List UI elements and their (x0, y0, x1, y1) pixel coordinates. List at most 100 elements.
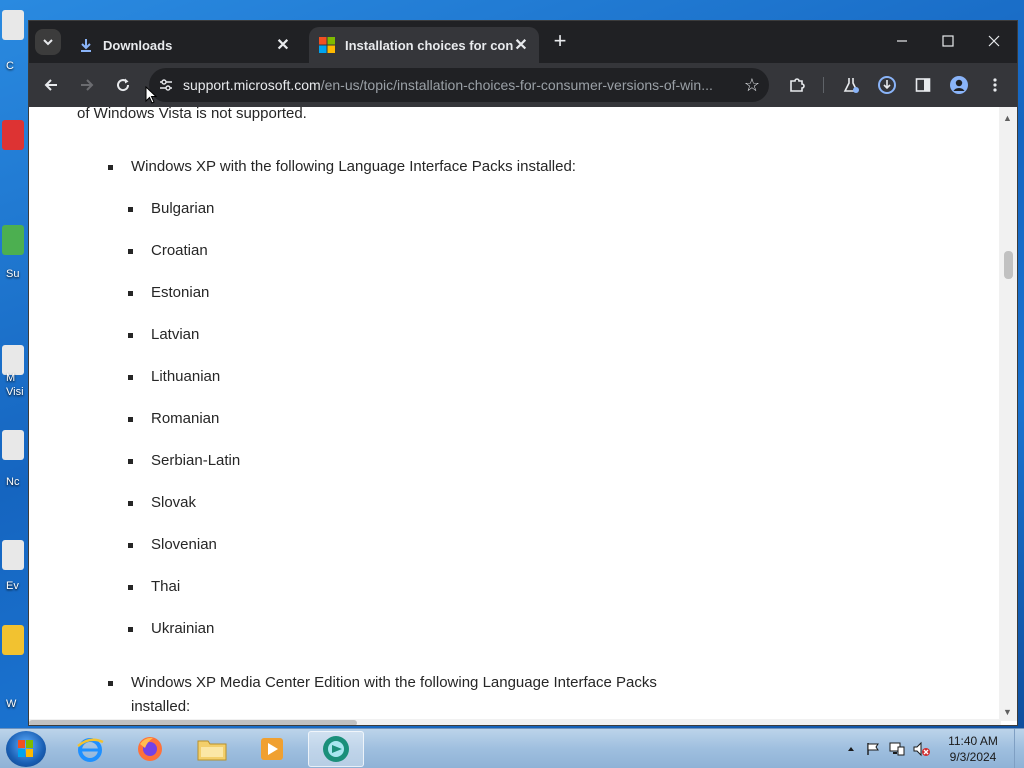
bullet (128, 249, 133, 254)
media-player-icon (261, 738, 283, 760)
forward-button[interactable] (73, 71, 101, 99)
desktop-icon[interactable] (2, 625, 24, 655)
bullet (108, 681, 113, 686)
bullet (128, 459, 133, 464)
new-tab-button[interactable]: + (549, 30, 571, 53)
list-item: Serbian-Latin (151, 452, 241, 469)
windows-logo-icon (18, 740, 33, 757)
download-status-button[interactable] (873, 71, 901, 99)
puzzle-icon (790, 78, 805, 92)
taskbar-media-player[interactable] (244, 731, 300, 767)
internet-explorer-icon (77, 738, 104, 762)
url-host: support.microsoft.com (183, 77, 321, 93)
scroll-down-arrow-icon[interactable]: ▼ (1003, 707, 1012, 717)
microsoft-logo-icon (319, 37, 335, 53)
browser-window: Downloads ✕ Installation choices for con… (28, 20, 1018, 726)
desktop-icon-label: Ev (6, 580, 19, 592)
intro-fragment: of Windows Vista is not supported. (77, 107, 307, 122)
close-window-button[interactable] (979, 29, 1009, 53)
back-button[interactable] (37, 71, 65, 99)
minimize-icon (897, 40, 907, 42)
browser-toolbar: support.microsoft.com/en-us/topic/instal… (29, 63, 1017, 107)
minimize-button[interactable] (887, 29, 917, 53)
reload-icon (117, 78, 130, 92)
taskbar: 11:40 AM 9/3/2024 (0, 728, 1024, 768)
tray-action-center[interactable] (864, 735, 882, 763)
close-icon (988, 35, 1000, 47)
taskbar-chrome-active[interactable] (308, 731, 364, 767)
bullet (128, 627, 133, 632)
desktop-icon-label: M (6, 372, 16, 384)
start-button[interactable] (6, 731, 46, 767)
arrow-left-icon (44, 79, 57, 91)
firefox-icon (138, 737, 162, 761)
desktop-icon[interactable] (2, 540, 24, 570)
desktop-icon[interactable] (2, 225, 24, 255)
clock-time: 11:40 AM (948, 734, 998, 748)
taskbar-internet-explorer[interactable] (62, 731, 118, 767)
bullet (128, 543, 133, 548)
url-path: /en-us/topic/installation-choices-for-co… (320, 77, 713, 93)
extensions-button[interactable] (783, 71, 811, 99)
scroll-up-arrow-icon[interactable]: ▲ (1003, 113, 1012, 123)
labs-button[interactable] (837, 71, 865, 99)
bookmark-star-button[interactable]: ☆ (735, 75, 769, 96)
tab-search-button[interactable] (35, 29, 61, 55)
side-panel-button[interactable] (909, 71, 937, 99)
toolbar-divider (823, 77, 824, 93)
bullet (128, 291, 133, 296)
desktop-icon[interactable] (2, 10, 24, 40)
section-label: Windows XP with the following Language I… (131, 158, 576, 175)
tab-downloads[interactable]: Downloads ✕ (69, 27, 301, 63)
volume-muted-icon (913, 741, 930, 757)
section-label: Windows XP Media Center Edition with the… (131, 674, 657, 691)
desktop-icon[interactable] (2, 120, 24, 150)
flag-icon (867, 743, 879, 755)
desktop-icon[interactable] (2, 430, 24, 460)
list-item: Croatian (151, 242, 208, 259)
show-desktop-button[interactable] (1014, 729, 1024, 768)
list-item: Slovak (151, 494, 197, 511)
reload-button[interactable] (109, 71, 137, 99)
system-clock[interactable]: 11:40 AM 9/3/2024 (940, 733, 1006, 765)
list-item: Slovenian (151, 536, 217, 553)
download-icon (81, 39, 91, 52)
horizontal-scrollbar[interactable] (29, 719, 1001, 725)
bullet (128, 333, 133, 338)
section-label-continued: installed: (131, 698, 191, 715)
bullet (128, 207, 133, 212)
list-item: Romanian (151, 410, 220, 427)
list-item: Thai (151, 578, 181, 595)
tab-title: Installation choices for consum (345, 37, 513, 53)
bullet (128, 417, 133, 422)
taskbar-firefox[interactable] (122, 731, 178, 767)
tray-network[interactable] (888, 735, 906, 763)
profile-button[interactable] (945, 71, 973, 99)
more-vertical-icon (993, 78, 997, 92)
scrollbar-thumb[interactable] (1004, 251, 1013, 279)
close-tab-button[interactable]: ✕ (513, 37, 529, 54)
bullet (128, 501, 133, 506)
list-item: Bulgarian (151, 200, 215, 217)
close-tab-button[interactable]: ✕ (275, 37, 291, 54)
menu-button[interactable] (981, 71, 1009, 99)
tray-show-hidden-icons[interactable] (844, 735, 858, 763)
desktop-icon[interactable] (2, 345, 24, 375)
address-bar[interactable]: support.microsoft.com/en-us/topic/instal… (149, 68, 769, 102)
maximize-button[interactable] (933, 29, 963, 53)
desktop-icon-label: C (6, 60, 14, 72)
taskbar-file-explorer[interactable] (184, 731, 240, 767)
url-text: support.microsoft.com/en-us/topic/instal… (183, 77, 735, 93)
clock-date: 9/3/2024 (949, 750, 997, 764)
scrollbar-thumb[interactable] (29, 720, 357, 725)
page-content: of Windows Vista is not supported. Windo… (29, 107, 1001, 719)
tune-icon (160, 79, 172, 91)
browser-app-icon (323, 736, 349, 762)
avatar-icon (950, 76, 968, 94)
desktop-icon-label: Visi (6, 386, 24, 398)
vertical-scrollbar[interactable]: ▲ ▼ (999, 107, 1017, 721)
tray-volume[interactable] (912, 735, 932, 763)
tab-installation-choices[interactable]: Installation choices for consum ✕ (309, 27, 539, 63)
desktop-icon-label: Su (6, 268, 20, 280)
list-item: Estonian (151, 284, 210, 301)
